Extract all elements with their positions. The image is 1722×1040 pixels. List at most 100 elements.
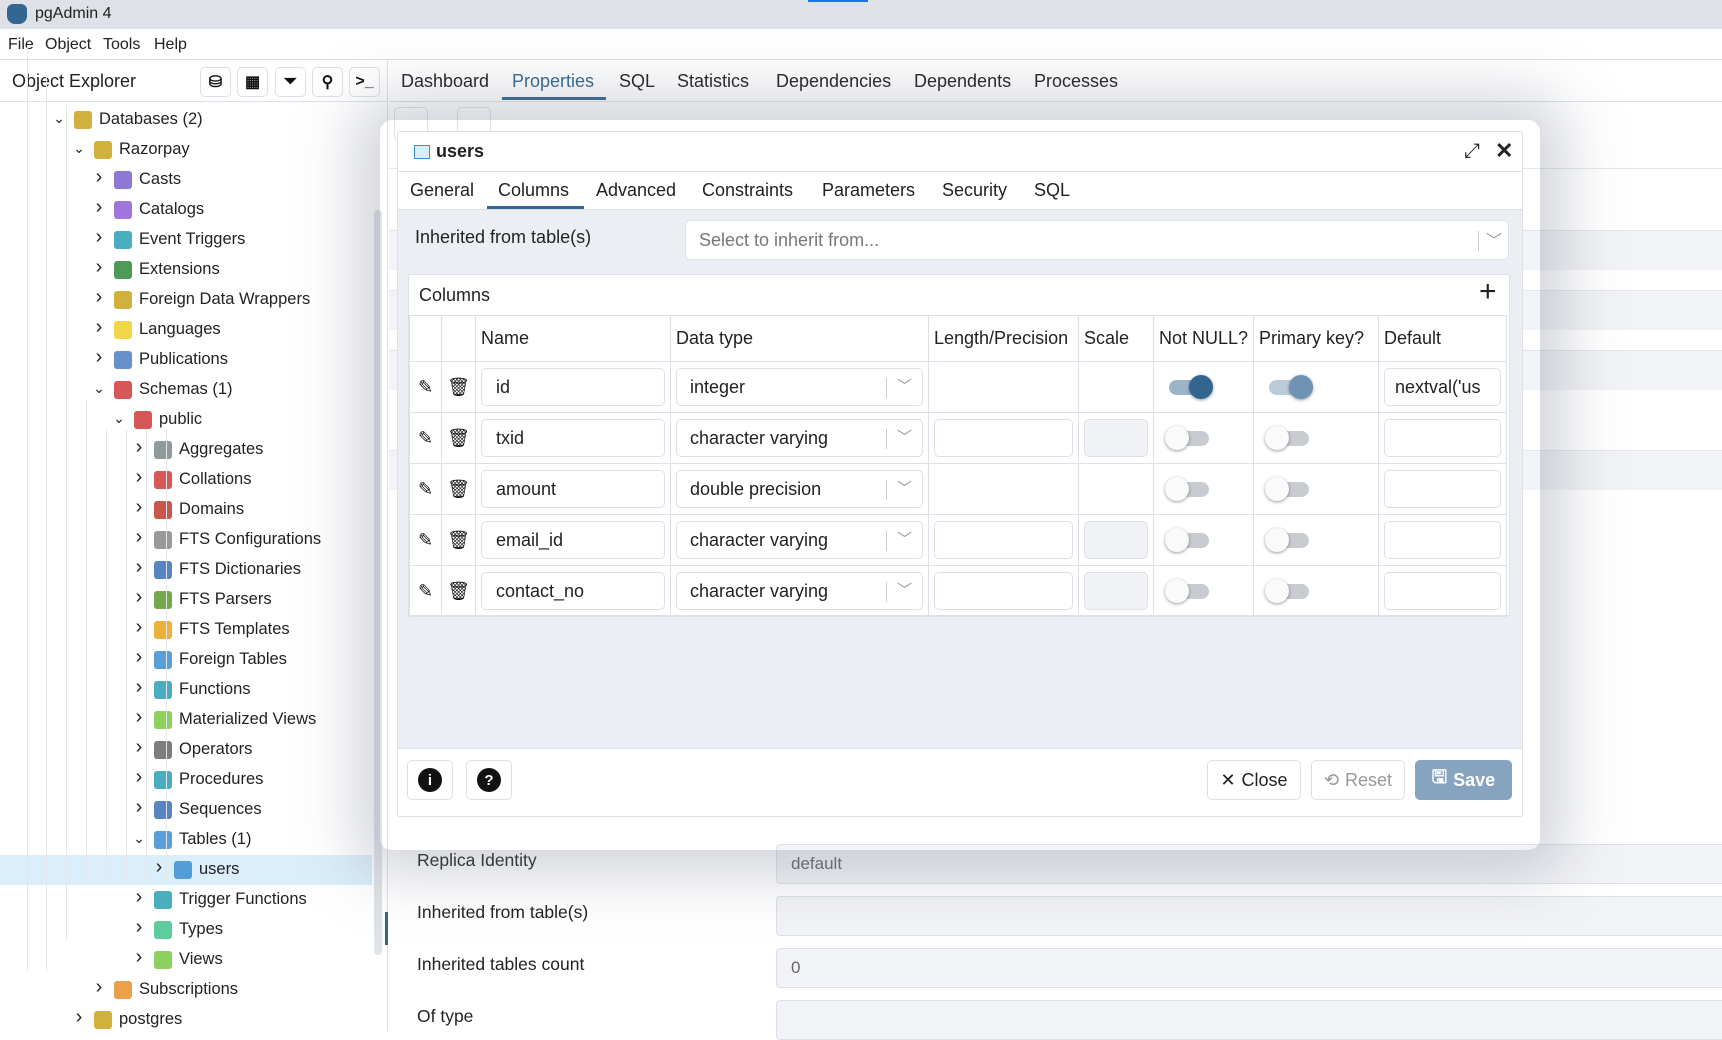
not-null-toggle[interactable] xyxy=(1165,528,1215,552)
chevron-right-icon[interactable]: › xyxy=(92,226,106,249)
tab-dependents[interactable]: Dependents xyxy=(914,71,1011,92)
data-type-select[interactable]: integer ﹀ xyxy=(676,368,923,406)
chevron-right-icon[interactable]: › xyxy=(132,766,146,789)
tree-item[interactable]: › Event Triggers xyxy=(0,225,372,255)
pencil-icon[interactable]: ✎ xyxy=(418,479,433,499)
chevron-right-icon[interactable]: › xyxy=(132,436,146,459)
dialog-tab-constraints[interactable]: Constraints xyxy=(702,180,793,201)
data-type-select[interactable]: character varying ﹀ xyxy=(676,572,923,610)
trash-icon[interactable]: 🗑 xyxy=(447,428,470,448)
tree-item[interactable]: › Publications xyxy=(0,345,372,375)
tab-sql[interactable]: SQL xyxy=(619,71,655,92)
chevron-right-icon[interactable]: › xyxy=(132,616,146,639)
length-input[interactable] xyxy=(934,572,1073,610)
reset-button[interactable]: ⟲ Reset xyxy=(1311,760,1405,800)
tree-item[interactable]: › Functions xyxy=(0,675,372,705)
tab-processes[interactable]: Processes xyxy=(1034,71,1118,92)
tree-item[interactable]: ⌄ public xyxy=(0,405,372,435)
menu-file[interactable]: File xyxy=(8,36,34,54)
chevron-right-icon[interactable]: › xyxy=(92,256,106,279)
chevron-right-icon[interactable]: › xyxy=(132,916,146,939)
not-null-toggle[interactable] xyxy=(1165,477,1215,501)
primary-key-toggle[interactable] xyxy=(1265,477,1315,501)
tree-item[interactable]: › FTS Templates xyxy=(0,615,372,645)
tree-item[interactable]: › FTS Configurations xyxy=(0,525,372,555)
pencil-icon[interactable]: ✎ xyxy=(418,530,433,550)
tree-item[interactable]: › users xyxy=(0,855,372,885)
filtered-rows-button[interactable]: ⏷ xyxy=(275,67,306,97)
dialog-tab-general[interactable]: General xyxy=(410,180,474,201)
length-input[interactable] xyxy=(934,521,1073,559)
chevron-down-icon[interactable]: ⌄ xyxy=(132,830,146,847)
tree-item[interactable]: › Languages xyxy=(0,315,372,345)
add-column-icon[interactable]: + xyxy=(1479,275,1497,309)
query-tool-button[interactable]: ⛁ xyxy=(200,67,231,97)
chevron-right-icon[interactable]: › xyxy=(132,796,146,819)
tree-item[interactable]: › Collations xyxy=(0,465,372,495)
not-null-toggle[interactable] xyxy=(1165,426,1215,450)
chevron-right-icon[interactable]: › xyxy=(132,706,146,729)
primary-key-toggle[interactable] xyxy=(1265,528,1315,552)
dialog-tab-security[interactable]: Security xyxy=(942,180,1007,201)
chevron-right-icon[interactable]: › xyxy=(72,1006,86,1029)
data-type-select[interactable]: character varying ﹀ xyxy=(676,419,923,457)
chevron-right-icon[interactable]: › xyxy=(132,646,146,669)
chevron-right-icon[interactable]: › xyxy=(92,196,106,219)
data-type-select[interactable]: character varying ﹀ xyxy=(676,521,923,559)
chevron-down-icon[interactable]: ⌄ xyxy=(52,110,66,127)
menu-help[interactable]: Help xyxy=(154,36,187,54)
close-button[interactable]: ✕ Close xyxy=(1207,760,1301,800)
view-data-button[interactable]: ▦ xyxy=(237,67,268,97)
chevron-right-icon[interactable]: › xyxy=(92,166,106,189)
menu-tools[interactable]: Tools xyxy=(103,36,140,54)
default-input[interactable] xyxy=(1384,470,1501,508)
tree-item[interactable]: › Subscriptions xyxy=(0,975,372,1005)
chevron-down-icon[interactable]: ⌄ xyxy=(72,140,86,157)
chevron-right-icon[interactable]: › xyxy=(132,736,146,759)
dialog-tab-advanced[interactable]: Advanced xyxy=(596,180,676,201)
dialog-tab-parameters[interactable]: Parameters xyxy=(822,180,915,201)
not-null-toggle[interactable] xyxy=(1165,375,1215,399)
chevron-right-icon[interactable]: › xyxy=(152,856,166,879)
trash-icon[interactable]: 🗑 xyxy=(447,479,470,499)
psql-tool-button[interactable]: >_ xyxy=(349,67,380,97)
chevron-down-icon[interactable]: ⌄ xyxy=(92,380,106,397)
inherit-select[interactable]: Select to inherit from... ﹀ xyxy=(685,220,1509,260)
tree-item[interactable]: › Casts xyxy=(0,165,372,195)
tree-item[interactable]: › FTS Dictionaries xyxy=(0,555,372,585)
chevron-right-icon[interactable]: › xyxy=(132,496,146,519)
pencil-icon[interactable]: ✎ xyxy=(418,581,433,601)
maximize-icon[interactable]: ⤢ xyxy=(1464,140,1480,163)
tree-item[interactable]: ⌄ Schemas (1) xyxy=(0,375,372,405)
tree-item[interactable]: › Foreign Data Wrappers xyxy=(0,285,372,315)
info-button[interactable]: i xyxy=(407,760,453,800)
default-input[interactable] xyxy=(1384,572,1501,610)
chevron-right-icon[interactable]: › xyxy=(92,316,106,339)
menu-object[interactable]: Object xyxy=(45,36,91,54)
column-name-input[interactable]: contact_no xyxy=(481,572,665,610)
close-icon[interactable]: ✕ xyxy=(1495,138,1513,164)
chevron-right-icon[interactable]: › xyxy=(132,526,146,549)
tab-dashboard[interactable]: Dashboard xyxy=(401,71,489,92)
tree-item[interactable]: ⌄ Tables (1) xyxy=(0,825,372,855)
chevron-right-icon[interactable]: › xyxy=(92,976,106,999)
dialog-tab-columns[interactable]: Columns xyxy=(498,180,569,201)
save-button[interactable]: 🖫 Save xyxy=(1415,760,1512,800)
tree-item[interactable]: ⌄ Databases (2) xyxy=(0,105,372,135)
trash-icon[interactable]: 🗑 xyxy=(447,530,470,550)
column-name-input[interactable]: id xyxy=(481,368,665,406)
chevron-right-icon[interactable]: › xyxy=(132,466,146,489)
tree-item[interactable]: › Materialized Views xyxy=(0,705,372,735)
dialog-header[interactable]: users ⤢ ✕ xyxy=(398,132,1522,172)
trash-icon[interactable]: 🗑 xyxy=(447,377,470,397)
chevron-right-icon[interactable]: › xyxy=(132,676,146,699)
tree-item[interactable]: ⌄ Razorpay xyxy=(0,135,372,165)
dialog-tab-sql[interactable]: SQL xyxy=(1034,180,1070,201)
trash-icon[interactable]: 🗑 xyxy=(447,581,470,601)
chevron-right-icon[interactable]: › xyxy=(132,886,146,909)
data-type-select[interactable]: double precision ﹀ xyxy=(676,470,923,508)
column-name-input[interactable]: email_id xyxy=(481,521,665,559)
chevron-right-icon[interactable]: › xyxy=(132,586,146,609)
primary-key-toggle[interactable] xyxy=(1265,375,1315,399)
tree-item[interactable]: › Views xyxy=(0,945,372,975)
